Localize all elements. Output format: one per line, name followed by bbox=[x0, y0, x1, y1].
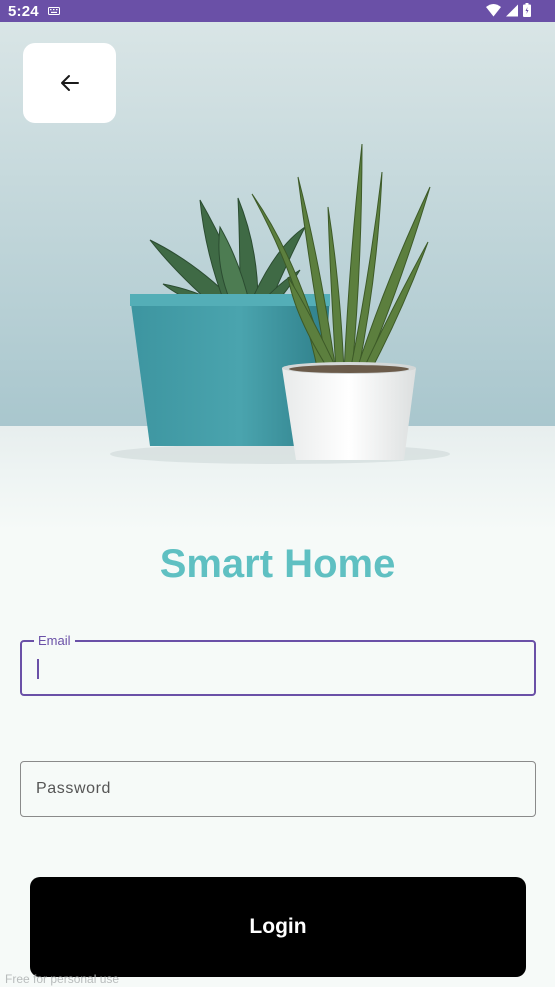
arrow-back-icon bbox=[60, 75, 79, 91]
login-screen: 5:24 Smart Home Email Login Free for per… bbox=[0, 0, 555, 987]
battery-icon bbox=[523, 3, 531, 17]
watermark-text: Free for personal use bbox=[5, 972, 120, 986]
status-icons bbox=[486, 3, 531, 17]
email-field[interactable]: Email bbox=[20, 633, 536, 696]
status-bar: 5:24 bbox=[0, 0, 555, 22]
wifi-icon bbox=[486, 3, 501, 16]
back-button[interactable] bbox=[23, 43, 116, 123]
status-time: 5:24 bbox=[8, 2, 39, 20]
password-input[interactable] bbox=[36, 762, 516, 816]
app-title: Smart Home bbox=[159, 542, 396, 586]
keyboard-icon bbox=[47, 7, 60, 15]
signal-icon bbox=[506, 4, 518, 16]
email-input[interactable] bbox=[37, 642, 517, 694]
login-button[interactable]: Login bbox=[30, 877, 526, 977]
password-field[interactable] bbox=[20, 761, 536, 817]
